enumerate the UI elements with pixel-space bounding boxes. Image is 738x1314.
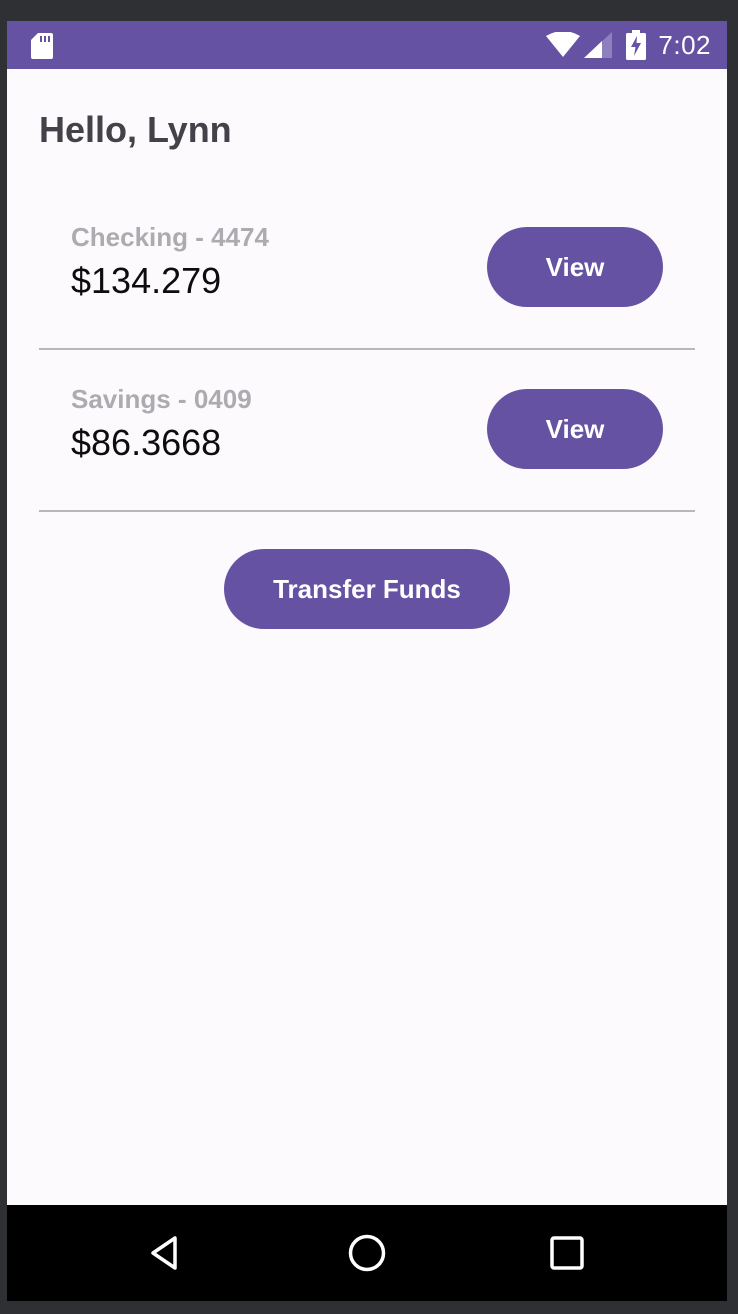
account-row-checking: Checking - 4474 $134.279 View — [39, 188, 695, 350]
battery-charging-icon — [626, 30, 647, 60]
sd-card-icon — [31, 33, 53, 59]
view-checking-button[interactable]: View — [487, 227, 663, 307]
phone-screen: 7:02 Hello, Lynn Checking - 4474 $134.27… — [7, 21, 727, 1301]
account-balance: $86.3668 — [71, 422, 222, 463]
home-icon[interactable] — [345, 1231, 389, 1275]
account-name: Checking - 4474 — [71, 222, 269, 252]
account-name: Savings - 0409 — [71, 384, 252, 414]
view-savings-button[interactable]: View — [487, 389, 663, 469]
navigation-bar — [7, 1205, 727, 1301]
signal-icon — [584, 32, 613, 58]
status-icons: 7:02 — [546, 21, 711, 69]
recents-icon[interactable] — [545, 1231, 589, 1275]
back-icon[interactable] — [145, 1231, 189, 1275]
status-clock: 7:02 — [658, 29, 711, 60]
greeting-title: Hello, Lynn — [39, 109, 232, 150]
status-bar: 7:02 — [7, 21, 727, 69]
wifi-icon — [546, 32, 581, 57]
account-balance: $134.279 — [71, 260, 222, 301]
transfer-funds-button[interactable]: Transfer Funds — [224, 549, 510, 629]
account-row-savings: Savings - 0409 $86.3668 View — [39, 350, 695, 512]
